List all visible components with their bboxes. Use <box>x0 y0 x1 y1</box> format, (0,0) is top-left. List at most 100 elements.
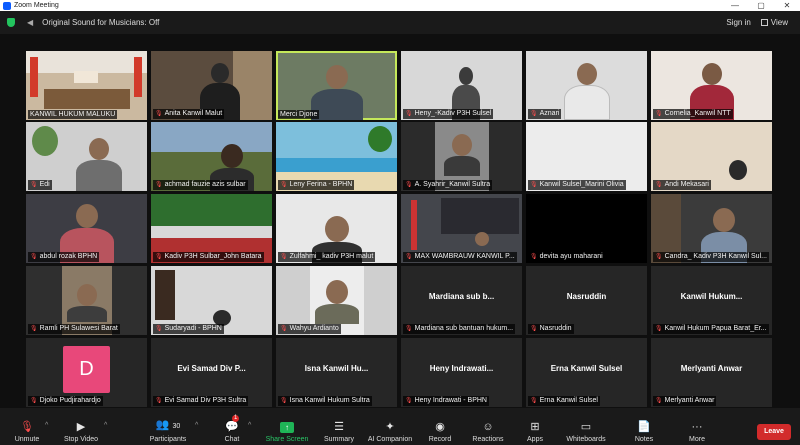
sound-icon[interactable]: ◀ <box>27 18 33 27</box>
participants-button[interactable]: 👥 30 Participants <box>146 408 190 445</box>
video-tile[interactable]: Isna Kanwil Hu... 🎙 Isna Kanwil Hukum Sul… <box>276 338 397 407</box>
participant-display-name: Kanwil Hukum... <box>680 292 743 301</box>
participant-display-name: Nasruddin <box>566 292 607 301</box>
video-tile[interactable]: 🎙 devita ayu maharani <box>526 194 647 263</box>
chat-button[interactable]: 💬 1 Chat <box>218 408 246 445</box>
ai-companion-label: AI Companion <box>367 436 413 443</box>
participant-name: KANWIL HUKUM MALUKU <box>28 110 118 119</box>
participants-chevron-icon[interactable]: ^ <box>195 422 198 429</box>
apps-button[interactable]: ⊞ Apps <box>522 408 548 445</box>
leave-button[interactable]: Leave <box>757 424 791 440</box>
notes-button[interactable]: 📄 Notes <box>630 408 658 445</box>
video-tile[interactable]: 🎙 Anita Kanwil Malut <box>151 51 272 120</box>
chat-chevron-icon[interactable]: ^ <box>248 422 251 429</box>
participant-body <box>314 304 359 324</box>
meeting-toolbar: 🎙 Unmute ^ ▶ Stop Video ^ 👥 30 Participa… <box>0 408 800 445</box>
video-tile[interactable]: 🎙 Kadiv P3H Sulbar_John Batara <box>151 194 272 263</box>
original-sound-status[interactable]: Original Sound for Musicians: Off <box>42 18 159 27</box>
reactions-button[interactable]: ☺ Reactions <box>468 408 508 445</box>
maximize-button[interactable]: ▢ <box>748 0 774 11</box>
share-screen-icon: ↑ <box>280 422 294 433</box>
video-camera-icon: ▶ <box>76 421 86 433</box>
video-tile[interactable]: KANWIL HUKUM MALUKU <box>26 51 147 120</box>
video-tile[interactable]: 🎙 Cornelia_Kanwil NTT <box>651 51 772 120</box>
stop-video-button[interactable]: ▶ Stop Video <box>60 408 102 445</box>
video-tile[interactable]: Nasruddin 🎙 Nasruddin <box>526 266 647 335</box>
video-options-chevron-icon[interactable]: ^ <box>104 422 107 429</box>
mic-muted-icon: 🎙 <box>530 111 538 117</box>
participant-head <box>576 63 597 85</box>
participant-name: 🎙 Candra_ Kadiv P3H Kanwil Sul... <box>653 252 769 262</box>
video-tile[interactable]: Evi Samad Div P... 🎙 Evi Samad Div P3H Su… <box>151 338 272 407</box>
video-tile[interactable]: 🎙 Zulfahmi_ kadiv P3H malut <box>276 194 397 263</box>
video-tile[interactable]: 🎙 Andi Mekasari <box>651 122 772 191</box>
participant-name: 🎙 Wahyu Ardianto <box>278 324 341 334</box>
video-tile[interactable]: Erna Kanwil Sulsel 🎙 Erna Kanwil Sulsel <box>526 338 647 407</box>
video-tile[interactable]: 🎙 Candra_ Kadiv P3H Kanwil Sul... <box>651 194 772 263</box>
title-bar: Zoom Meeting — ▢ ✕ <box>0 0 800 11</box>
participant-name: 🎙 Aznari <box>528 109 562 119</box>
video-tile[interactable]: 🎙 achmad fauzie azis sulbar <box>151 122 272 191</box>
participant-name: 🎙 Erna Kanwil Sulsel <box>528 396 600 406</box>
participant-head <box>712 208 735 232</box>
video-tile[interactable]: 🎙 Kanwil Sulsel_Marini Olivia <box>526 122 647 191</box>
participant-head <box>325 280 348 304</box>
video-tile[interactable]: Merlyanti Anwar 🎙 Merlyanti Anwar <box>651 338 772 407</box>
apps-label: Apps <box>527 436 543 443</box>
participant-display-name: Erna Kanwil Sulsel <box>550 364 623 373</box>
mic-muted-icon: 🎙 <box>530 254 538 260</box>
video-tile[interactable]: Mardiana sub b... 🎙 Mardiana sub bantuan … <box>401 266 522 335</box>
participant-name: 🎙 MAX WAMBRAUW KANWIL P... <box>403 252 517 262</box>
unmute-button[interactable]: 🎙 Unmute <box>10 408 44 445</box>
close-button[interactable]: ✕ <box>774 0 800 11</box>
video-tile[interactable]: 🎙 A. Syahrir_Kanwil Sultra <box>401 122 522 191</box>
video-tile[interactable]: 🎙 Aznari <box>526 51 647 120</box>
video-tile[interactable]: Heny Indrawati... 🎙 Heny Indrawati - BPHN <box>401 338 522 407</box>
security-shield-icon[interactable] <box>7 18 15 27</box>
participant-name: 🎙 achmad fauzie azis sulbar <box>153 180 248 190</box>
video-tile[interactable]: 🎙 MAX WAMBRAUW KANWIL P... <box>401 194 522 263</box>
participant-name: 🎙 Edi <box>28 180 52 190</box>
mic-muted-icon: 🎙 <box>655 326 663 332</box>
sign-in-link[interactable]: Sign in <box>726 18 750 27</box>
view-button[interactable]: View <box>760 18 788 27</box>
video-tile[interactable]: Kanwil Hukum... 🎙 Kanwil Hukum Papua Bara… <box>651 266 772 335</box>
participant-name: 🎙 Anita Kanwil Malut <box>153 109 225 119</box>
window-controls: — ▢ ✕ <box>722 0 800 11</box>
unmute-label: Unmute <box>14 436 40 443</box>
ai-companion-button[interactable]: ✦ AI Companion <box>364 408 416 445</box>
building-sign <box>151 226 272 238</box>
notes-label: Notes <box>634 436 654 443</box>
summary-button[interactable]: ☰ Summary <box>320 408 358 445</box>
video-tile[interactable]: 🎙 Heny_-Kadiv P3H Sulsel <box>401 51 522 120</box>
share-screen-button[interactable]: ↑ Share Screen <box>264 408 310 445</box>
audio-options-chevron-icon[interactable]: ^ <box>45 422 48 429</box>
room-wall <box>26 51 147 73</box>
participant-name: 🎙 Kanwil Hukum Papua Barat_Er... <box>653 324 769 334</box>
participant-head <box>210 63 229 83</box>
video-tile[interactable]: D 🎙 Djoko Pudjirahardjo <box>26 338 147 407</box>
whiteboards-label: Whiteboards <box>566 436 606 443</box>
video-tile[interactable]: 🎙 Ramli PH Sulawesi Barat <box>26 266 147 335</box>
video-tile[interactable]: 🎙 Sudaryadi - BPHN <box>151 266 272 335</box>
mic-muted-icon: 🎙 <box>155 111 163 117</box>
participant-display-name: Mardiana sub b... <box>428 292 495 301</box>
video-tile[interactable]: 🎙 Wahyu Ardianto <box>276 266 397 335</box>
flag <box>411 200 417 250</box>
video-tile-active-speaker[interactable]: Merci Djone <box>276 51 397 120</box>
minimize-button[interactable]: — <box>722 0 748 11</box>
more-dots-icon: ··· <box>691 421 703 433</box>
video-tile[interactable]: 🎙 Edi <box>26 122 147 191</box>
participant-head <box>324 216 349 242</box>
video-tile[interactable]: 🎙 abdul rozak BPHN <box>26 194 147 263</box>
summary-label: Summary <box>324 436 354 443</box>
participants-icon: 👥 30 <box>155 419 181 431</box>
mic-muted-icon: 🎙 <box>655 182 663 188</box>
mic-muted-icon: 🎙 <box>655 111 663 117</box>
stop-video-label: Stop Video <box>63 436 99 443</box>
chat-icon: 💬 <box>225 421 239 433</box>
record-button[interactable]: ◉ Record <box>424 408 456 445</box>
whiteboards-button[interactable]: ▭ Whiteboards <box>562 408 610 445</box>
video-tile[interactable]: 🎙 Leny Ferina - BPHN <box>276 122 397 191</box>
more-button[interactable]: ··· More <box>684 408 710 445</box>
